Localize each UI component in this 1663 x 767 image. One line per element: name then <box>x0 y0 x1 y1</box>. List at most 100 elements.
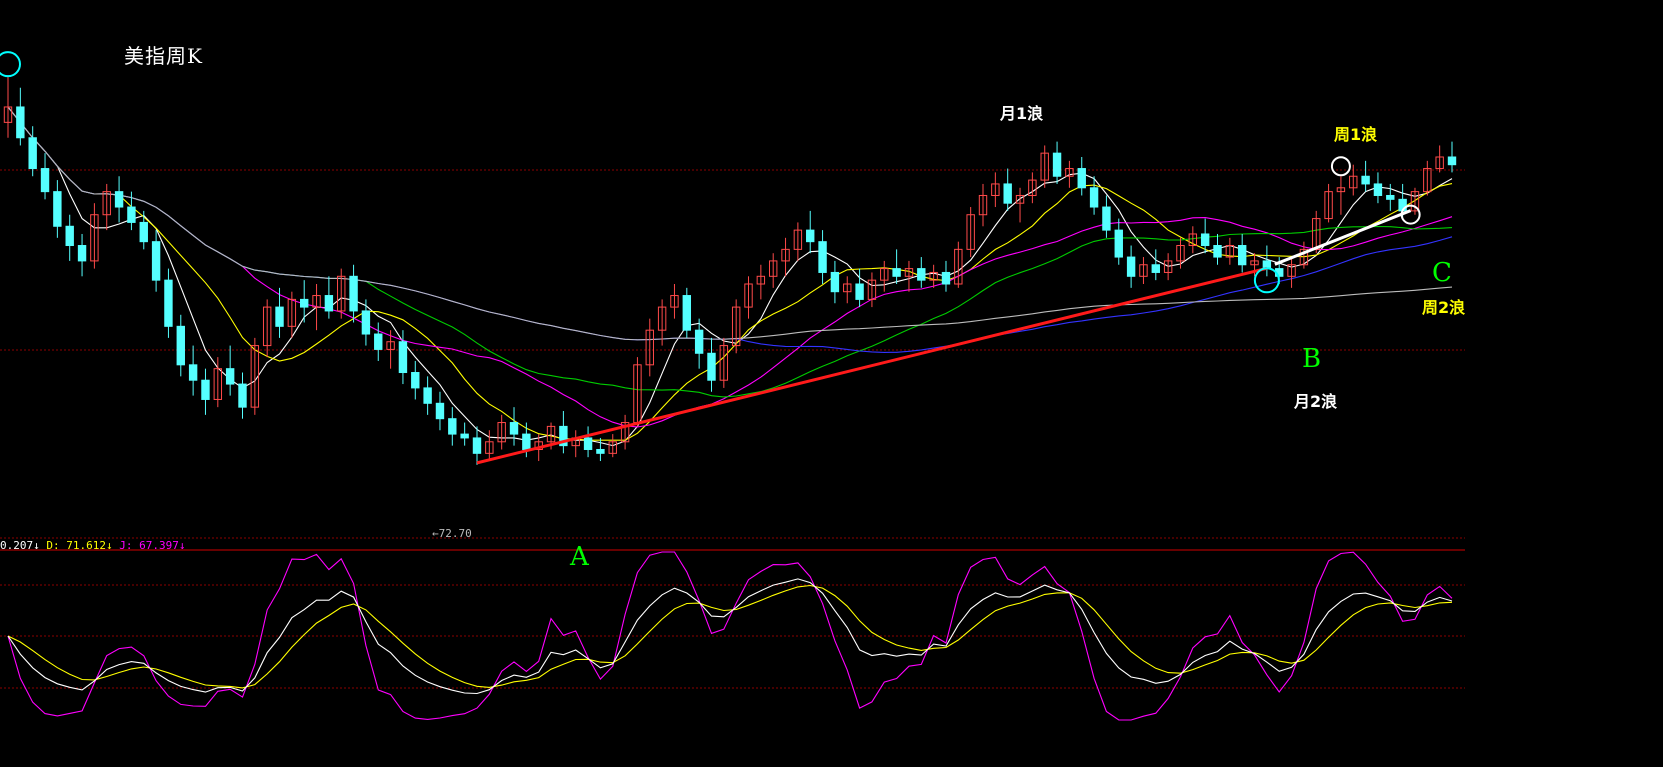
candle-body <box>53 191 62 227</box>
candle-body <box>374 333 383 350</box>
candlestick <box>1237 233 1247 273</box>
trendlines <box>476 209 1412 465</box>
candle-body <box>238 383 247 408</box>
candlestick <box>756 264 766 300</box>
candlestick <box>497 414 506 450</box>
candle-body <box>435 402 445 420</box>
candle-body <box>1151 264 1160 273</box>
candlestick <box>114 176 124 223</box>
candle-body <box>682 295 692 331</box>
annotation-month-wave-1: 月1浪 <box>1000 104 1044 123</box>
candlestick <box>1139 257 1148 284</box>
trendline-b-c <box>1274 209 1412 266</box>
kdj-j-label: J: <box>119 539 140 552</box>
candle-body <box>151 241 161 281</box>
candlestick <box>1077 157 1086 196</box>
ma10-line <box>7 106 1453 441</box>
candle-body <box>522 433 531 450</box>
candle-body <box>300 298 309 308</box>
candlestick <box>1028 172 1037 204</box>
candlestick <box>1102 195 1111 238</box>
candlestick <box>645 318 654 377</box>
candlestick <box>991 172 1000 208</box>
candlestick <box>238 372 247 419</box>
candle-body <box>349 275 358 312</box>
candlestick <box>460 422 469 446</box>
candlestick <box>472 426 482 465</box>
candlestick <box>1447 141 1457 173</box>
candlestick <box>386 330 395 369</box>
point-b-label: B <box>1302 344 1322 374</box>
candle-body <box>411 372 420 389</box>
candle-body <box>275 306 284 327</box>
week-wave-1-circle <box>1330 156 1351 177</box>
candle-body <box>806 229 815 243</box>
candlestick <box>1114 218 1123 265</box>
candlestick <box>1262 245 1272 277</box>
point-a-label: A <box>570 542 589 572</box>
candle-body <box>28 137 37 170</box>
candle-body <box>1237 245 1247 266</box>
candle-body <box>77 245 87 262</box>
candlestick <box>719 337 729 388</box>
candlestick <box>608 434 617 458</box>
candlestick <box>1040 145 1049 188</box>
candle-body <box>818 241 827 273</box>
candle-body <box>1126 256 1136 277</box>
candle-body <box>225 368 235 385</box>
candlestick <box>324 276 334 319</box>
candlestick <box>374 322 383 361</box>
candle-body <box>694 329 704 354</box>
candle-body <box>460 433 469 439</box>
candle-body <box>40 168 50 193</box>
candle-body <box>1052 152 1062 177</box>
candlestick <box>978 183 988 227</box>
candlestick <box>1225 237 1235 265</box>
annotation-month-wave-2: 月2浪 <box>1294 392 1338 411</box>
candle-body <box>1386 194 1395 200</box>
candlestick <box>151 230 161 292</box>
ma30-line <box>7 106 1453 398</box>
candlestick <box>509 407 519 446</box>
candle-body <box>127 206 136 223</box>
candlestick <box>3 76 13 138</box>
candle-body <box>1373 183 1383 196</box>
candlestick <box>65 214 74 261</box>
candlestick <box>361 299 371 346</box>
candlestick <box>164 268 173 338</box>
candle-body <box>1089 187 1099 208</box>
candlestick <box>1003 168 1012 211</box>
candle-body <box>1200 233 1210 247</box>
candle-body <box>176 325 185 366</box>
candlestick <box>1361 160 1370 192</box>
candlestick <box>1126 245 1136 288</box>
candlestick <box>917 257 926 288</box>
candle-body <box>1003 183 1012 204</box>
candle-body <box>509 422 519 435</box>
candlestick <box>929 264 938 288</box>
wave-circles <box>0 51 1421 294</box>
candle-body <box>472 437 482 454</box>
kdj-d-label: D: <box>46 539 67 552</box>
candlestick <box>77 233 87 277</box>
candlestick <box>1151 249 1160 281</box>
candlestick <box>941 260 951 292</box>
candlestick <box>1349 164 1358 196</box>
candlestick <box>694 318 704 369</box>
candle-body <box>324 295 334 312</box>
kdj-k-value: 0.207↓ <box>0 539 40 552</box>
candle-body <box>361 310 371 335</box>
candlestick <box>337 268 346 319</box>
candle-body <box>398 341 408 374</box>
candlestick <box>781 237 790 277</box>
candlestick <box>90 203 99 269</box>
candlestick <box>1410 187 1420 215</box>
candlestick <box>1373 172 1383 204</box>
candlestick <box>1015 187 1025 223</box>
candlestick <box>966 207 975 258</box>
candlestick <box>904 260 914 292</box>
candle-body <box>1102 206 1111 231</box>
candlestick <box>53 180 62 238</box>
candlestick <box>620 414 630 450</box>
candle-body <box>1447 156 1457 166</box>
